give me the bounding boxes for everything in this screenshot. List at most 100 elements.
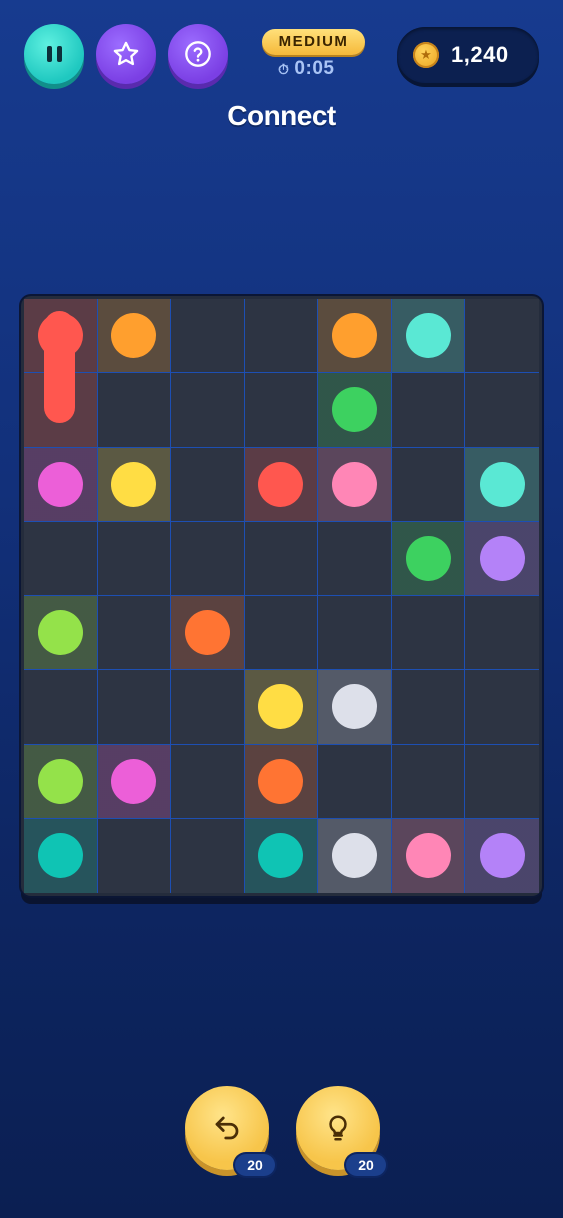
board-cell[interactable]	[244, 447, 319, 522]
board-cell[interactable]	[171, 447, 245, 522]
board-cell[interactable]	[244, 818, 319, 893]
coin-icon: ★	[413, 42, 439, 68]
star-button[interactable]	[96, 24, 156, 84]
board-cell[interactable]	[24, 744, 98, 819]
magenta-dot[interactable]	[111, 758, 157, 804]
undo-icon	[215, 1116, 239, 1140]
red-dot[interactable]	[37, 313, 83, 359]
help-button[interactable]	[168, 24, 228, 84]
board-cell[interactable]	[244, 596, 319, 671]
board-cell[interactable]	[318, 670, 392, 745]
board-cell[interactable]	[465, 744, 539, 819]
board-cell[interactable]	[24, 670, 98, 745]
board-cell[interactable]	[391, 596, 466, 671]
pink-dot[interactable]	[332, 461, 378, 507]
board-cell[interactable]	[391, 818, 466, 893]
cyan-dot[interactable]	[258, 833, 304, 879]
board-cell[interactable]	[97, 818, 172, 893]
board-cell[interactable]	[97, 744, 172, 819]
board-cell[interactable]	[465, 521, 539, 596]
board-cell[interactable]	[97, 670, 172, 745]
stopwatch-icon: ⏱	[278, 60, 290, 77]
teal-dot[interactable]	[479, 461, 525, 507]
timer-value: 0:05	[294, 58, 335, 79]
page-title: Connect	[227, 100, 336, 131]
board-cell[interactable]	[391, 744, 466, 819]
game-board	[21, 296, 542, 896]
board-cell[interactable]	[465, 447, 539, 522]
board-cell[interactable]	[465, 596, 539, 671]
board-cell[interactable]	[171, 596, 245, 671]
purple-dot[interactable]	[479, 833, 525, 879]
white-dot[interactable]	[332, 684, 378, 730]
board-cell[interactable]	[24, 373, 98, 448]
board-cell[interactable]	[391, 670, 466, 745]
board-cell[interactable]	[465, 373, 539, 448]
board-cell[interactable]	[318, 744, 392, 819]
dark-orange-dot[interactable]	[184, 610, 230, 656]
timer: ⏱ 0:05	[278, 58, 334, 80]
board-cell[interactable]	[171, 670, 245, 745]
board-cell[interactable]	[171, 299, 245, 374]
board-cell[interactable]	[465, 299, 539, 374]
board-cell[interactable]	[24, 299, 98, 374]
board-cell[interactable]	[391, 373, 466, 448]
yellow-dot[interactable]	[111, 461, 157, 507]
board-cell[interactable]	[97, 299, 172, 374]
board-cell[interactable]	[97, 447, 172, 522]
lime-dot[interactable]	[37, 758, 83, 804]
board-cell[interactable]	[318, 447, 392, 522]
white-dot[interactable]	[332, 833, 378, 879]
board-cell[interactable]	[244, 521, 319, 596]
board-cell[interactable]	[97, 521, 172, 596]
board-cell[interactable]	[244, 670, 319, 745]
yellow-dot[interactable]	[258, 684, 304, 730]
board-cell[interactable]	[171, 521, 245, 596]
dark-orange-dot[interactable]	[258, 758, 304, 804]
board-cell[interactable]	[24, 521, 98, 596]
pause-button[interactable]	[24, 24, 84, 84]
board-cell[interactable]	[171, 373, 245, 448]
board-cell[interactable]	[171, 818, 245, 893]
board-cell[interactable]	[171, 744, 245, 819]
board-cell[interactable]	[391, 299, 466, 374]
lime-dot[interactable]	[37, 610, 83, 656]
board-cell[interactable]	[318, 373, 392, 448]
hint-button[interactable]: 20	[296, 1086, 386, 1176]
help-icon	[185, 41, 211, 67]
orange-dot[interactable]	[332, 313, 378, 359]
board-cell[interactable]	[465, 818, 539, 893]
board-cell[interactable]	[244, 744, 319, 819]
coin-value: 1,240	[451, 42, 509, 67]
board-cell[interactable]	[24, 818, 98, 893]
board-cell[interactable]	[97, 596, 172, 671]
green-dot[interactable]	[405, 535, 451, 581]
board-cell[interactable]	[244, 373, 319, 448]
green-dot[interactable]	[332, 387, 378, 433]
board-cell[interactable]	[465, 670, 539, 745]
board-cell[interactable]	[391, 521, 466, 596]
board-grid	[24, 299, 539, 893]
board-cell[interactable]	[318, 299, 392, 374]
board-cell[interactable]	[318, 521, 392, 596]
board-cell[interactable]	[391, 447, 466, 522]
teal-dot[interactable]	[405, 313, 451, 359]
board-cell[interactable]	[318, 818, 392, 893]
board-cell[interactable]	[244, 299, 319, 374]
cyan-dot[interactable]	[37, 833, 83, 879]
red-dot[interactable]	[258, 461, 304, 507]
coin-balance: ★ 1,240	[397, 27, 539, 83]
board-cell[interactable]	[24, 596, 98, 671]
star-icon	[113, 41, 139, 66]
board-cell[interactable]	[97, 373, 172, 448]
pink-dot[interactable]	[405, 833, 451, 879]
undo-count: 20	[235, 1154, 275, 1176]
board-cell[interactable]	[318, 596, 392, 671]
pause-icon	[46, 46, 62, 62]
difficulty-badge: MEDIUM	[262, 29, 365, 55]
board-cell[interactable]	[24, 447, 98, 522]
magenta-dot[interactable]	[37, 461, 83, 507]
undo-button[interactable]: 20	[185, 1086, 275, 1176]
orange-dot[interactable]	[111, 313, 157, 359]
purple-dot[interactable]	[479, 535, 525, 581]
